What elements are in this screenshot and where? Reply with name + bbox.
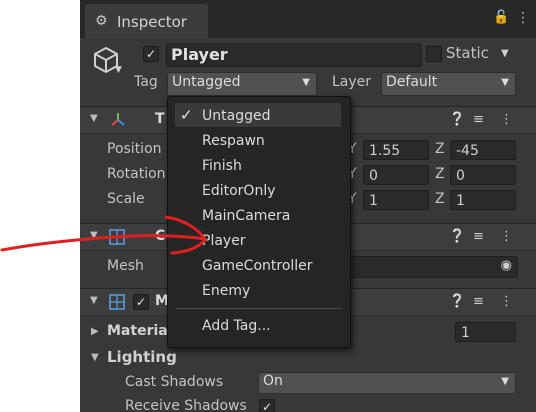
cast-shadows-dropdown[interactable]: On ▼: [258, 372, 516, 394]
object-name-field[interactable]: Player: [166, 43, 422, 67]
tag-dropdown[interactable]: Untagged ▼: [167, 72, 317, 96]
help-icon[interactable]: ❔: [449, 294, 465, 309]
menu-item-editoronly[interactable]: EditorOnly: [202, 183, 276, 199]
component-menu-icon[interactable]: ⋮: [500, 112, 513, 127]
cast-shadows-chevron-icon: ▼: [501, 376, 509, 387]
object-name: Player: [171, 45, 228, 64]
cast-shadows-value: On: [263, 373, 283, 389]
collapse-arrow-icon[interactable]: ▼: [90, 295, 98, 306]
cast-shadows-label: Cast Shadows: [125, 374, 224, 390]
scale-z-label[interactable]: Z: [435, 191, 445, 207]
receive-shadows-toggle[interactable]: ✓: [259, 399, 275, 412]
menu-item-finish[interactable]: Finish: [202, 158, 242, 174]
lighting-label[interactable]: Lighting: [107, 348, 177, 366]
position-label: Position: [107, 141, 162, 157]
tag-label: Tag: [134, 74, 158, 90]
component-menu-icon[interactable]: ⋮: [500, 229, 513, 244]
more-options-icon[interactable]: ⋮: [516, 10, 530, 26]
tag-value: Untagged: [172, 74, 241, 90]
layer-dropdown[interactable]: Default ▼: [381, 72, 516, 96]
position-z-field[interactable]: -45: [450, 140, 516, 160]
menu-item-add-tag[interactable]: Add Tag...: [202, 318, 271, 334]
tab-bar: ⚙ Inspector 🔓 ⋮: [80, 0, 536, 38]
mesh-renderer-enabled-toggle[interactable]: ✓: [133, 294, 149, 310]
component-menu-icon[interactable]: ⋮: [500, 294, 513, 309]
materials-expand-arrow-icon[interactable]: ▶: [91, 326, 99, 337]
annotation-arrow-shaft: [0, 234, 207, 252]
info-icon: ⚙: [95, 13, 108, 29]
object-picker-icon[interactable]: ◉: [501, 258, 512, 273]
checkmark-icon: ✓: [180, 106, 193, 124]
active-toggle[interactable]: ✓: [143, 46, 159, 62]
annotation-arrow: [0, 215, 207, 255]
icon-dropdown-arrow[interactable]: ▼: [115, 65, 122, 75]
scale-z-field[interactable]: 1: [450, 190, 516, 210]
presets-icon[interactable]: ≡: [473, 112, 484, 127]
help-icon[interactable]: ❔: [449, 112, 465, 127]
mesh-renderer-icon: [108, 293, 126, 315]
menu-item-respawn[interactable]: Respawn: [202, 133, 265, 149]
menu-item-gamecontroller[interactable]: GameController: [202, 258, 313, 274]
rotation-label: Rotation: [107, 166, 166, 182]
static-label: Static: [446, 44, 489, 62]
position-y-field[interactable]: 1.55: [363, 140, 429, 160]
menu-item-untagged[interactable]: Untagged: [202, 108, 270, 124]
rotation-z-field[interactable]: 0: [450, 165, 516, 185]
lighting-collapse-arrow-icon[interactable]: ▼: [91, 352, 99, 363]
layer-label: Layer: [332, 74, 372, 90]
materials-count-field[interactable]: 1: [455, 322, 516, 342]
tab-inspector[interactable]: ⚙ Inspector: [85, 4, 208, 38]
transform-icon: [108, 110, 128, 134]
rotation-y-field[interactable]: 0: [363, 165, 429, 185]
tab-label: Inspector: [117, 13, 187, 31]
receive-shadows-label: Receive Shadows: [125, 398, 247, 412]
presets-icon[interactable]: ≡: [473, 229, 484, 244]
scale-y-field[interactable]: 1: [363, 190, 429, 210]
mesh-label: Mesh: [107, 258, 144, 274]
help-icon[interactable]: ❔: [449, 229, 465, 244]
rotation-z-label[interactable]: Z: [435, 166, 445, 182]
layer-chevron-icon: ▼: [501, 77, 509, 88]
transform-title: T: [155, 111, 165, 127]
collapse-arrow-icon[interactable]: ▼: [90, 113, 98, 124]
menu-separator: [176, 308, 342, 309]
menu-item-enemy[interactable]: Enemy: [202, 283, 250, 299]
lock-icon[interactable]: 🔓: [493, 10, 509, 25]
layer-value: Default: [386, 74, 438, 90]
position-z-label[interactable]: Z: [435, 141, 445, 157]
static-toggle[interactable]: [426, 46, 442, 62]
static-dropdown-arrow[interactable]: ▼: [501, 48, 509, 59]
materials-label[interactable]: Materia: [107, 323, 168, 339]
presets-icon[interactable]: ≡: [473, 294, 484, 309]
tag-chevron-icon: ▼: [302, 77, 310, 88]
